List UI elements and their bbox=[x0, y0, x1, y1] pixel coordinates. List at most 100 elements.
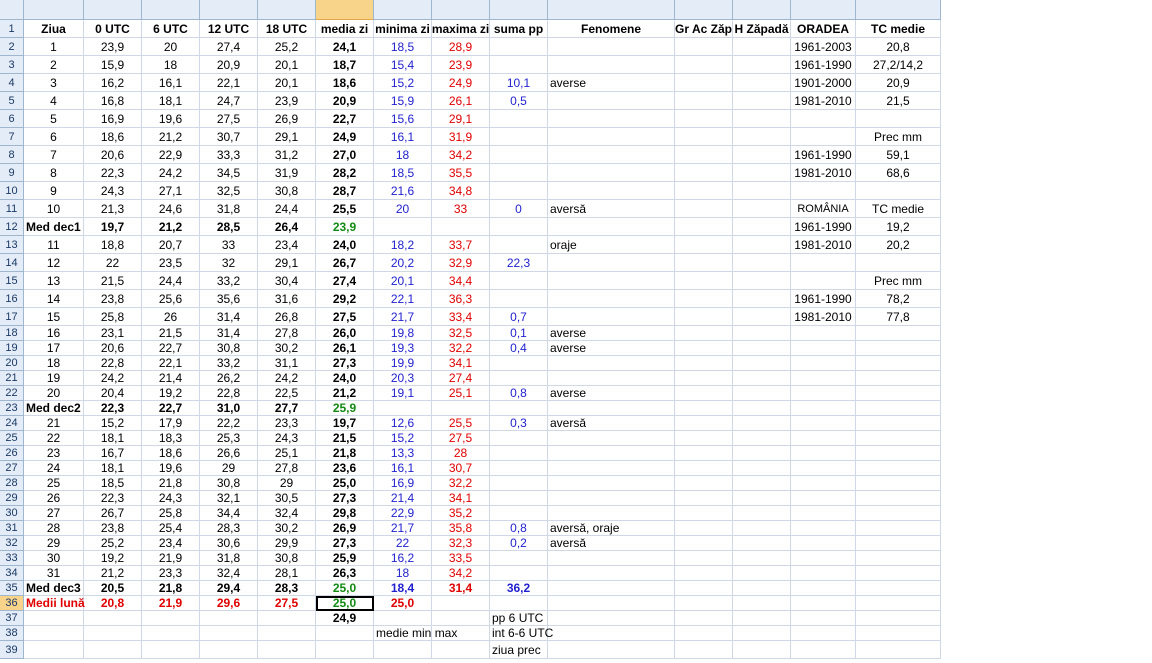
cell-j28[interactable] bbox=[548, 476, 675, 491]
cell-a6[interactable]: 5 bbox=[24, 110, 84, 128]
cell-k36[interactable] bbox=[675, 596, 733, 611]
cell-h18[interactable]: 32,5 bbox=[432, 326, 490, 341]
cell-c16[interactable]: 25,6 bbox=[142, 290, 200, 308]
row-header-35[interactable]: 35 bbox=[0, 581, 24, 596]
cell-i18[interactable]: 0,1 bbox=[490, 326, 548, 341]
cell-m6[interactable] bbox=[791, 110, 856, 128]
cell-n14[interactable] bbox=[856, 254, 941, 272]
cell-b5[interactable]: 16,8 bbox=[84, 92, 142, 110]
cell-l11[interactable] bbox=[733, 200, 791, 218]
cell-c5[interactable]: 18,1 bbox=[142, 92, 200, 110]
cell-g34[interactable]: 18 bbox=[374, 566, 432, 581]
cell-d23[interactable]: 31,0 bbox=[200, 401, 258, 416]
cell-h25[interactable]: 27,5 bbox=[432, 431, 490, 446]
cell-f18[interactable]: 26,0 bbox=[316, 326, 374, 341]
cell-g17[interactable]: 21,7 bbox=[374, 308, 432, 326]
cell-f28[interactable]: 25,0 bbox=[316, 476, 374, 491]
cell-k29[interactable] bbox=[675, 491, 733, 506]
cell-g27[interactable]: 16,1 bbox=[374, 461, 432, 476]
cell-j10[interactable] bbox=[548, 182, 675, 200]
cell-n13[interactable]: 20,2 bbox=[856, 236, 941, 254]
cell-f10[interactable]: 28,7 bbox=[316, 182, 374, 200]
cell-c10[interactable]: 27,1 bbox=[142, 182, 200, 200]
cell-h5[interactable]: 26,1 bbox=[432, 92, 490, 110]
cell-i11[interactable]: 0 bbox=[490, 200, 548, 218]
cell-d34[interactable]: 32,4 bbox=[200, 566, 258, 581]
cell-b19[interactable]: 20,6 bbox=[84, 341, 142, 356]
cell-n27[interactable] bbox=[856, 461, 941, 476]
cell-h1[interactable]: maxima zi bbox=[432, 20, 490, 38]
column-header-j[interactable] bbox=[548, 0, 675, 20]
cell-d14[interactable]: 32 bbox=[200, 254, 258, 272]
row-header-25[interactable]: 25 bbox=[0, 431, 24, 446]
cell-j38[interactable] bbox=[548, 626, 675, 641]
cell-i27[interactable] bbox=[490, 461, 548, 476]
cell-l5[interactable] bbox=[733, 92, 791, 110]
row-header-24[interactable]: 24 bbox=[0, 416, 24, 431]
cell-a16[interactable]: 14 bbox=[24, 290, 84, 308]
cell-e25[interactable]: 24,3 bbox=[258, 431, 316, 446]
cell-n11[interactable]: TC medie bbox=[856, 200, 941, 218]
cell-l1[interactable]: H Zăpadă bbox=[733, 20, 791, 38]
row-header-30[interactable]: 30 bbox=[0, 506, 24, 521]
cell-c6[interactable]: 19,6 bbox=[142, 110, 200, 128]
cell-i22[interactable]: 0,8 bbox=[490, 386, 548, 401]
cell-n19[interactable] bbox=[856, 341, 941, 356]
cell-a9[interactable]: 8 bbox=[24, 164, 84, 182]
cell-b3[interactable]: 15,9 bbox=[84, 56, 142, 74]
cell-a32[interactable]: 29 bbox=[24, 536, 84, 551]
cell-g8[interactable]: 18 bbox=[374, 146, 432, 164]
cell-d21[interactable]: 26,2 bbox=[200, 371, 258, 386]
cell-b22[interactable]: 20,4 bbox=[84, 386, 142, 401]
cell-l10[interactable] bbox=[733, 182, 791, 200]
cell-f5[interactable]: 20,9 bbox=[316, 92, 374, 110]
cell-e31[interactable]: 30,2 bbox=[258, 521, 316, 536]
cell-n23[interactable] bbox=[856, 401, 941, 416]
cell-e14[interactable]: 29,1 bbox=[258, 254, 316, 272]
cell-f32[interactable]: 27,3 bbox=[316, 536, 374, 551]
cell-i19[interactable]: 0,4 bbox=[490, 341, 548, 356]
cell-g9[interactable]: 18,5 bbox=[374, 164, 432, 182]
cell-j7[interactable] bbox=[548, 128, 675, 146]
cell-b14[interactable]: 22 bbox=[84, 254, 142, 272]
cell-e34[interactable]: 28,1 bbox=[258, 566, 316, 581]
cell-k13[interactable] bbox=[675, 236, 733, 254]
cell-i38[interactable]: int 6-6 UTC bbox=[490, 626, 553, 641]
column-header-m[interactable] bbox=[791, 0, 856, 20]
cell-e38[interactable] bbox=[258, 626, 316, 641]
cell-j8[interactable] bbox=[548, 146, 675, 164]
cell-l18[interactable] bbox=[733, 326, 791, 341]
cell-d17[interactable]: 31,4 bbox=[200, 308, 258, 326]
row-header-29[interactable]: 29 bbox=[0, 491, 24, 506]
cell-m25[interactable] bbox=[791, 431, 856, 446]
cell-g19[interactable]: 19,3 bbox=[374, 341, 432, 356]
cell-l6[interactable] bbox=[733, 110, 791, 128]
cell-c35[interactable]: 21,8 bbox=[142, 581, 200, 596]
cell-j6[interactable] bbox=[548, 110, 675, 128]
cell-n15[interactable]: Prec mm bbox=[856, 272, 941, 290]
cell-a10[interactable]: 9 bbox=[24, 182, 84, 200]
cell-h33[interactable]: 33,5 bbox=[432, 551, 490, 566]
cell-i33[interactable] bbox=[490, 551, 548, 566]
cell-n32[interactable] bbox=[856, 536, 941, 551]
cell-n25[interactable] bbox=[856, 431, 941, 446]
cell-j31[interactable]: aversă, oraje bbox=[548, 521, 675, 536]
cell-c31[interactable]: 25,4 bbox=[142, 521, 200, 536]
cell-k27[interactable] bbox=[675, 461, 733, 476]
cell-m8[interactable]: 1961-1990 bbox=[791, 146, 856, 164]
cell-c20[interactable]: 22,1 bbox=[142, 356, 200, 371]
cell-h31[interactable]: 35,8 bbox=[432, 521, 490, 536]
cell-d16[interactable]: 35,6 bbox=[200, 290, 258, 308]
cell-n22[interactable] bbox=[856, 386, 941, 401]
column-header-g[interactable] bbox=[374, 0, 432, 20]
cell-e33[interactable]: 30,8 bbox=[258, 551, 316, 566]
cell-a33[interactable]: 30 bbox=[24, 551, 84, 566]
cell-e36[interactable]: 27,5 bbox=[258, 596, 316, 611]
cell-h4[interactable]: 24,9 bbox=[432, 74, 490, 92]
column-header-l[interactable] bbox=[733, 0, 791, 20]
cell-m7[interactable] bbox=[791, 128, 856, 146]
cell-d30[interactable]: 34,4 bbox=[200, 506, 258, 521]
row-header-23[interactable]: 23 bbox=[0, 401, 24, 416]
cell-c8[interactable]: 22,9 bbox=[142, 146, 200, 164]
cell-e29[interactable]: 30,5 bbox=[258, 491, 316, 506]
